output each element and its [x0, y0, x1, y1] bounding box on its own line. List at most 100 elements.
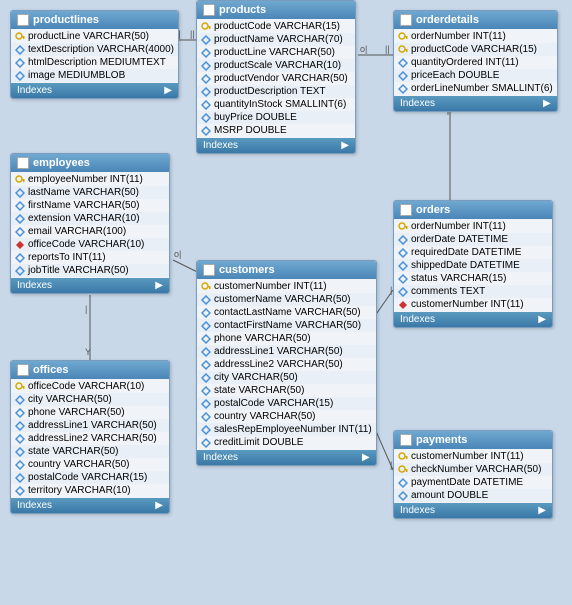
diamond-icon: [398, 300, 408, 310]
field-name: firstName VARCHAR(50): [28, 200, 140, 211]
diamond-icon: [15, 188, 25, 198]
table-fields-products: productCode VARCHAR(15)productName VARCH…: [197, 19, 355, 138]
field-row: city VARCHAR(50): [197, 371, 376, 384]
table-fields-orderdetails: orderNumber INT(11)productCode VARCHAR(1…: [394, 29, 557, 96]
field-row: productName VARCHAR(70): [197, 33, 355, 46]
field-name: checkNumber VARCHAR(50): [411, 464, 541, 475]
indexes-footer-orderdetails[interactable]: Indexes▶: [394, 96, 557, 111]
diamond-icon: [201, 113, 211, 123]
indexes-footer-products[interactable]: Indexes▶: [197, 138, 355, 153]
field-name: country VARCHAR(50): [214, 411, 316, 422]
diamond-icon: [15, 240, 25, 250]
diamond-icon: [398, 491, 408, 501]
table-header-productlines[interactable]: productlines: [11, 11, 178, 29]
svg-text:o|: o|: [360, 44, 367, 54]
field-row: customerNumber INT(11): [394, 298, 552, 311]
field-name: status VARCHAR(15): [411, 273, 506, 284]
table-header-customers[interactable]: customers: [197, 261, 376, 279]
field-name: creditLimit DOUBLE: [214, 437, 303, 448]
expand-arrow: ▶: [362, 452, 370, 463]
diamond-icon: [201, 347, 211, 357]
diamond-icon: [398, 261, 408, 271]
table-fields-offices: officeCode VARCHAR(10)city VARCHAR(50)ph…: [11, 379, 169, 498]
table-header-orders[interactable]: orders: [394, 201, 552, 219]
field-row: productVendor VARCHAR(50): [197, 72, 355, 85]
indexes-label: Indexes: [203, 140, 238, 151]
diamond-icon: [201, 308, 211, 318]
field-name: productScale VARCHAR(10): [214, 60, 341, 71]
field-row: quantityInStock SMALLINT(6): [197, 98, 355, 111]
field-name: orderNumber INT(11): [411, 221, 506, 232]
indexes-footer-offices[interactable]: Indexes▶: [11, 498, 169, 513]
field-row: extension VARCHAR(10): [11, 212, 169, 225]
field-name: orderNumber INT(11): [411, 31, 506, 42]
field-name: productLine VARCHAR(50): [214, 47, 335, 58]
field-row: lastName VARCHAR(50): [11, 186, 169, 199]
field-name: image MEDIUMBLOB: [28, 70, 125, 81]
field-row: city VARCHAR(50): [11, 393, 169, 406]
field-row: customerName VARCHAR(50): [197, 293, 376, 306]
er-diagram: || || o| || o| | Y o| || Y || o| || prod…: [0, 0, 572, 605]
indexes-footer-orders[interactable]: Indexes▶: [394, 312, 552, 327]
key-icon: [201, 22, 211, 32]
field-name: productLine VARCHAR(50): [28, 31, 149, 42]
field-row: orderLineNumber SMALLINT(6): [394, 82, 557, 95]
field-name: postalCode VARCHAR(15): [28, 472, 147, 483]
table-title-orders: orders: [416, 204, 450, 216]
table-header-orderdetails[interactable]: orderdetails: [394, 11, 557, 29]
table-icon-productlines: [17, 14, 29, 26]
key-icon: [398, 465, 408, 475]
field-row: jobTitle VARCHAR(50): [11, 264, 169, 277]
indexes-footer-payments[interactable]: Indexes▶: [394, 503, 552, 518]
field-name: customerNumber INT(11): [411, 451, 524, 462]
table-fields-orders: orderNumber INT(11)orderDate DATETIMEreq…: [394, 219, 552, 312]
diamond-icon: [398, 71, 408, 81]
table-icon-orderdetails: [400, 14, 412, 26]
field-name: extension VARCHAR(10): [28, 213, 140, 224]
field-row: quantityOrdered INT(11): [394, 56, 557, 69]
table-header-products[interactable]: products: [197, 1, 355, 19]
table-header-offices[interactable]: offices: [11, 361, 169, 379]
field-row: addressLine2 VARCHAR(50): [11, 432, 169, 445]
table-header-payments[interactable]: payments: [394, 431, 552, 449]
field-name: customerName VARCHAR(50): [214, 294, 351, 305]
field-name: comments TEXT: [411, 286, 485, 297]
indexes-footer-customers[interactable]: Indexes▶: [197, 450, 376, 465]
field-name: shippedDate DATETIME: [411, 260, 520, 271]
field-name: htmlDescription MEDIUMTEXT: [28, 57, 166, 68]
table-title-customers: customers: [219, 264, 275, 276]
diamond-icon: [398, 274, 408, 284]
diamond-icon: [201, 321, 211, 331]
table-fields-employees: employeeNumber INT(11)lastName VARCHAR(5…: [11, 172, 169, 278]
field-name: productName VARCHAR(70): [214, 34, 343, 45]
table-fields-customers: customerNumber INT(11)customerName VARCH…: [197, 279, 376, 450]
field-row: productLine VARCHAR(50): [197, 46, 355, 59]
field-name: territory VARCHAR(10): [28, 485, 131, 496]
field-name: phone VARCHAR(50): [28, 407, 125, 418]
svg-text:|: |: [85, 304, 87, 314]
diamond-icon: [398, 478, 408, 488]
key-icon: [398, 452, 408, 462]
field-name: addressLine1 VARCHAR(50): [214, 346, 343, 357]
field-row: creditLimit DOUBLE: [197, 436, 376, 449]
table-customers: customers customerNumber INT(11)customerN…: [196, 260, 377, 466]
diamond-icon: [15, 201, 25, 211]
field-row: orderNumber INT(11): [394, 30, 557, 43]
indexes-label: Indexes: [400, 505, 435, 516]
indexes-label: Indexes: [400, 98, 435, 109]
table-icon-payments: [400, 434, 412, 446]
diamond-icon: [15, 214, 25, 224]
key-icon: [398, 32, 408, 42]
field-row: state VARCHAR(50): [197, 384, 376, 397]
diamond-icon: [201, 425, 211, 435]
table-products: productsproductCode VARCHAR(15)productNa…: [196, 0, 356, 154]
field-name: addressLine2 VARCHAR(50): [28, 433, 157, 444]
indexes-label: Indexes: [17, 280, 52, 291]
table-payments: payments customerNumber INT(11) checkNumbe…: [393, 430, 553, 519]
indexes-footer-productlines[interactable]: Indexes▶: [11, 83, 178, 98]
field-name: state VARCHAR(50): [28, 446, 118, 457]
table-header-employees[interactable]: employees: [11, 154, 169, 172]
indexes-footer-employees[interactable]: Indexes▶: [11, 278, 169, 293]
field-name: officeCode VARCHAR(10): [28, 239, 144, 250]
field-row: reportsTo INT(11): [11, 251, 169, 264]
